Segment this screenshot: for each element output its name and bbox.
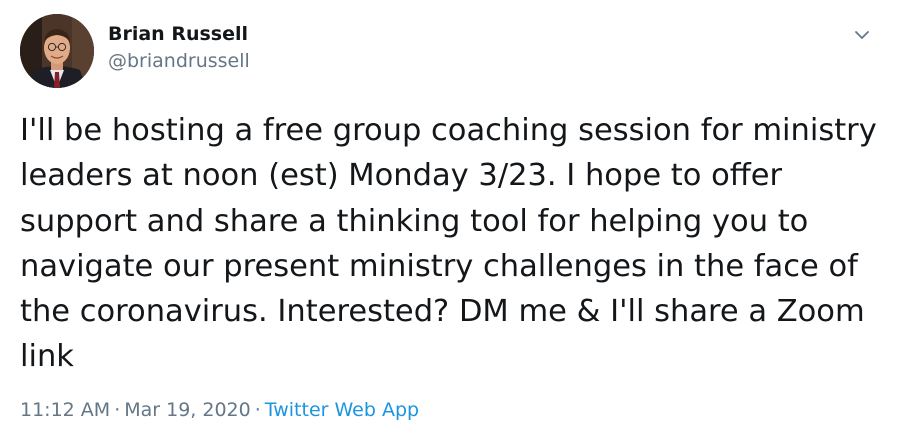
tweet-text-line: navigate our present ministry challenges… [20, 248, 858, 284]
tweet-text-line: the coronavirus. Interested? DM me & I'l… [20, 294, 865, 330]
profile-photo-icon [20, 14, 94, 88]
meta-separator: · [254, 399, 261, 421]
chevron-down-icon [855, 31, 869, 39]
tweet-text: I'll be hosting a free group coaching se… [20, 108, 880, 380]
tweet-date[interactable]: Mar 19, 2020 [124, 399, 251, 421]
avatar[interactable] [20, 14, 94, 88]
display-name[interactable]: Brian Russell [108, 22, 250, 46]
tweet-text-line: I'll be hosting a free group coaching se… [20, 113, 877, 148]
handle[interactable]: @briandrussell [108, 48, 250, 74]
author-block: Brian Russell @briandrussell [108, 22, 250, 74]
tweet-text-line: link [20, 339, 74, 375]
tweet-menu-button[interactable] [849, 22, 875, 48]
tweet-time[interactable]: 11:12 AM [20, 399, 110, 421]
tweet-text-line: leaders at noon (est) Monday 3/23. I hop… [20, 158, 783, 194]
meta-separator: · [114, 399, 121, 421]
tweet-source-link[interactable]: Twitter Web App [265, 399, 419, 421]
tweet-card: Brian Russell @briandrussell I'll be hos… [0, 0, 897, 440]
tweet-meta: 11:12 AM · Mar 19, 2020 · Twitter Web App [20, 398, 419, 422]
tweet-text-line: support and share a thinking tool for he… [20, 203, 809, 239]
